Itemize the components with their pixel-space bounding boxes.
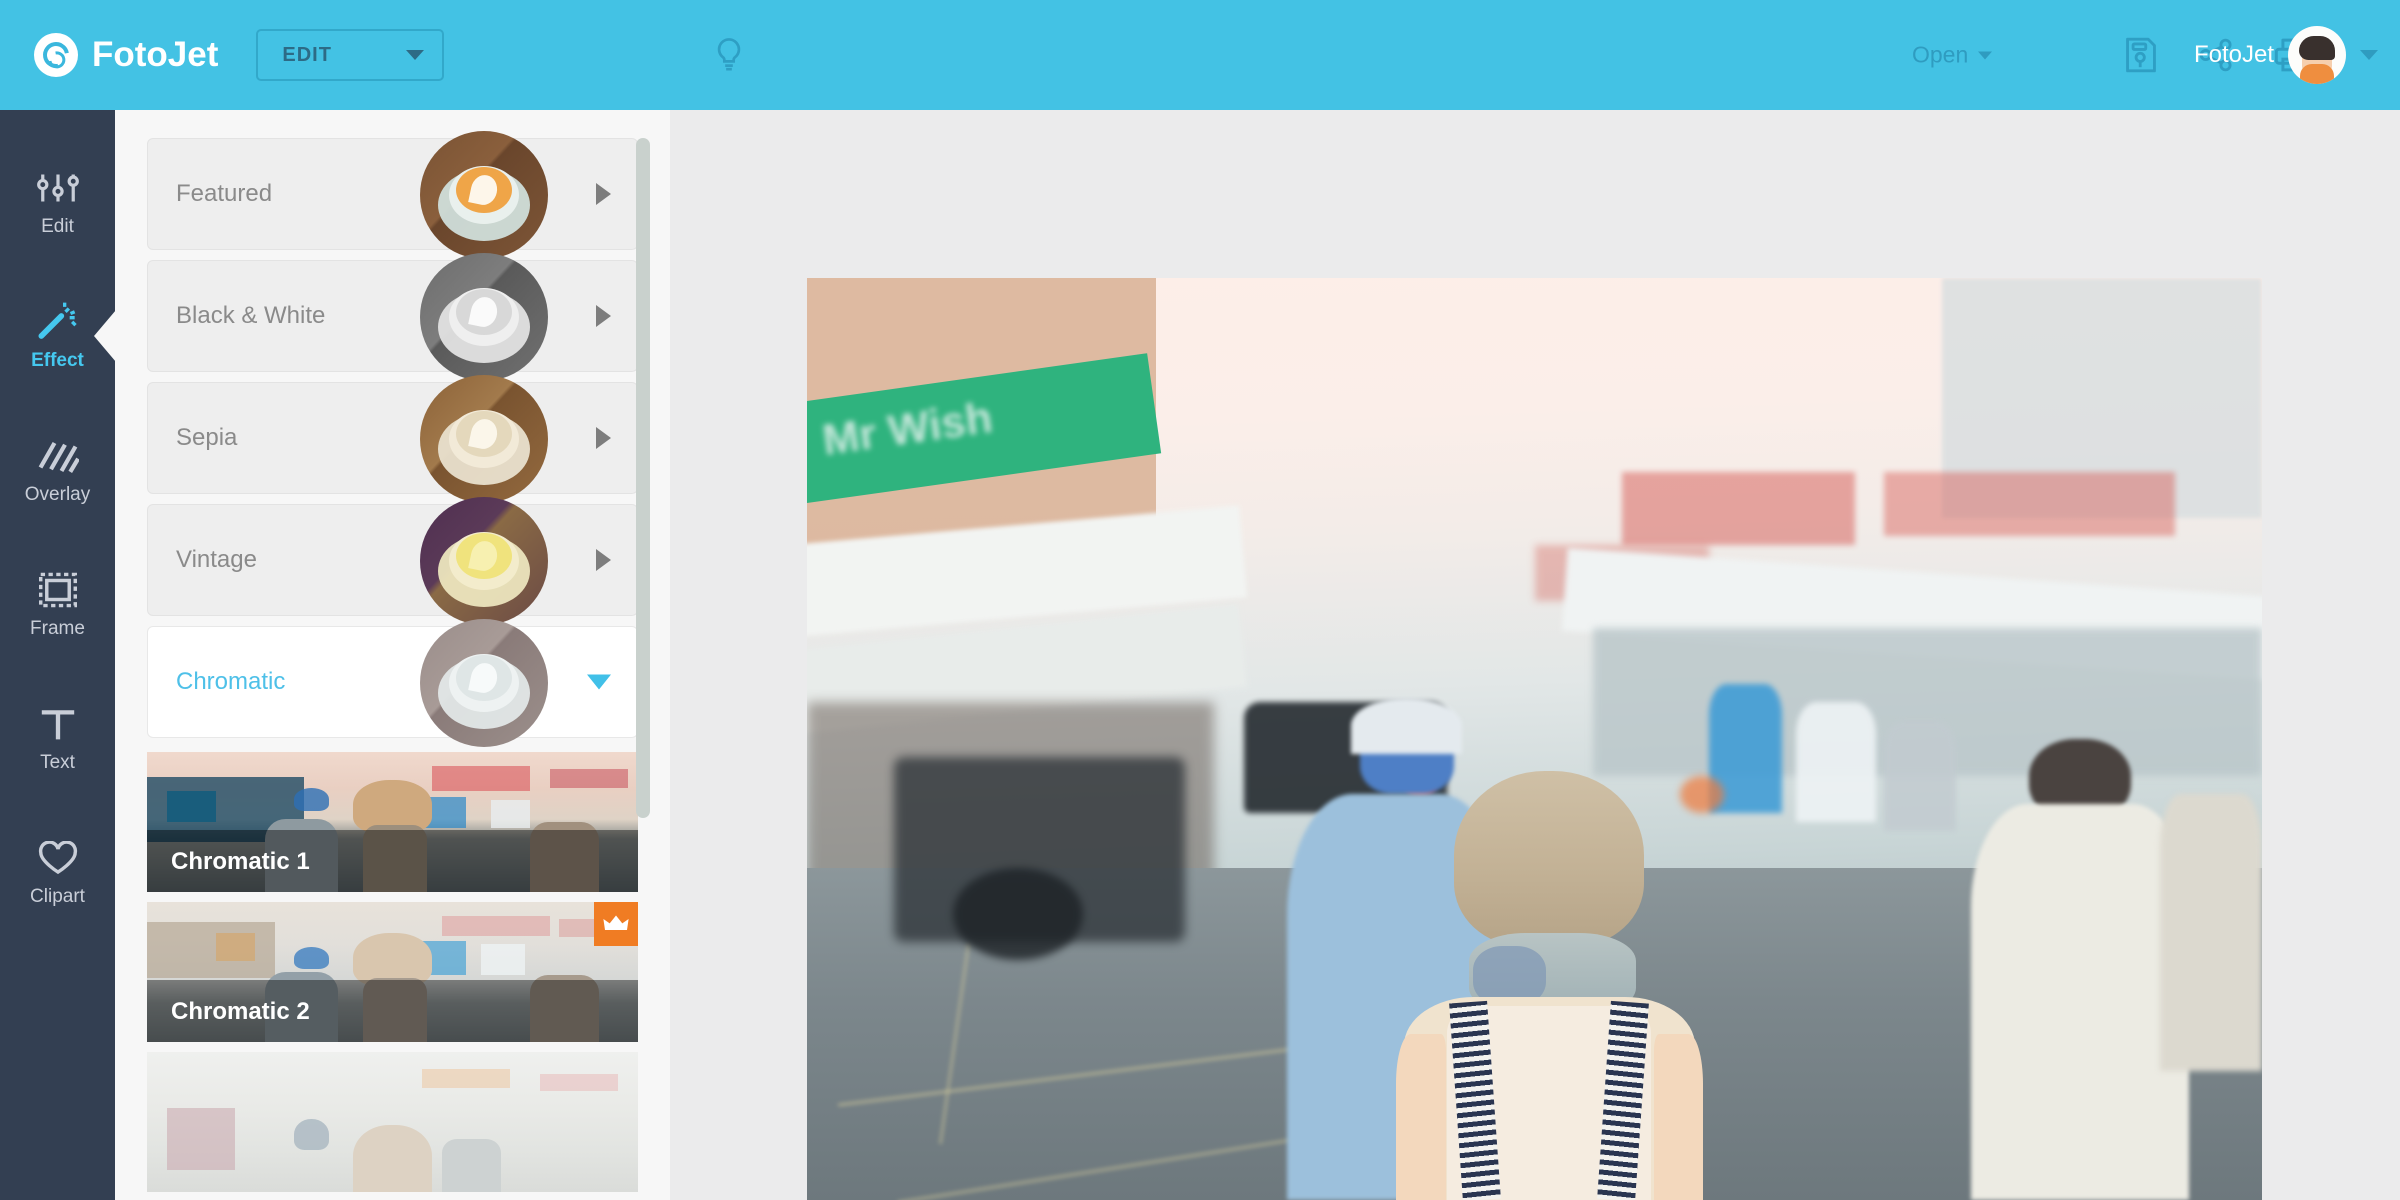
effect-preset-chromatic-2[interactable]: Chromatic 2 xyxy=(147,902,638,1042)
header-right-section: Open FotoJet xyxy=(672,0,2400,110)
sidebar-item-frame[interactable]: Frame xyxy=(0,537,115,671)
sidebar-item-overlay[interactable]: Overlay xyxy=(0,403,115,537)
effect-preset-list: Chromatic 1 Chromatic 2 xyxy=(115,748,670,1192)
photo-red-sign-2 xyxy=(1883,471,2175,537)
heart-icon xyxy=(36,837,80,877)
sidebar-item-label: Edit xyxy=(41,215,74,237)
preset-thumbnail xyxy=(147,1052,638,1192)
sidebar-item-label: Effect xyxy=(31,349,84,371)
crown-icon xyxy=(594,902,638,946)
mode-dropdown-label: EDIT xyxy=(282,43,332,66)
sidebar-item-label: Frame xyxy=(30,617,85,639)
effect-preset-item[interactable] xyxy=(147,1052,638,1192)
preset-label: Chromatic 2 xyxy=(171,998,310,1025)
app-header: FotoJet EDIT Open FotoJet xyxy=(0,0,2400,110)
tool-rail: Edit Effect Overlay Frame Text Clipart xyxy=(0,110,116,1200)
brand-name: FotoJet xyxy=(92,35,219,74)
sidebar-item-effect[interactable]: Effect xyxy=(0,269,116,403)
category-label: Featured xyxy=(176,180,273,207)
effect-category-vintage[interactable]: Vintage xyxy=(147,497,638,625)
header-left-section: FotoJet EDIT xyxy=(0,0,672,110)
user-menu[interactable]: FotoJet xyxy=(2194,26,2378,84)
photo-subject-arm-left xyxy=(1396,1034,1446,1200)
active-indicator xyxy=(94,310,116,362)
hatch-icon xyxy=(37,435,79,475)
category-thumbnail xyxy=(420,497,548,625)
category-thumbnail xyxy=(420,619,548,747)
canvas-photo[interactable]: Mr Wish xyxy=(807,278,2262,1200)
chevron-right-icon xyxy=(596,305,611,327)
photo-subject-arm-right xyxy=(1653,1034,1704,1200)
fotojet-spiral-icon xyxy=(34,33,78,77)
effect-preset-chromatic-1[interactable]: Chromatic 1 xyxy=(147,752,638,892)
photo-orange-light xyxy=(1680,775,1724,813)
photo-red-sign-1 xyxy=(1621,471,1855,546)
open-menu[interactable]: Open xyxy=(1912,41,1993,69)
sidebar-item-text[interactable]: Text xyxy=(0,671,115,805)
category-thumbnail xyxy=(420,131,548,259)
category-label: Chromatic xyxy=(176,668,286,695)
effect-category-sepia[interactable]: Sepia xyxy=(147,375,638,503)
effect-category-black-and-white[interactable]: Black & White xyxy=(147,253,638,381)
open-menu-label: Open xyxy=(1912,41,1969,68)
photo-pedestrian-white xyxy=(1796,702,1877,822)
chevron-right-icon xyxy=(596,549,611,571)
sidebar-item-label: Text xyxy=(40,751,75,773)
scrollbar-thumb[interactable] xyxy=(636,138,650,818)
chevron-right-icon xyxy=(596,427,611,449)
chevron-down-icon xyxy=(2360,50,2378,60)
save-icon[interactable] xyxy=(2122,35,2160,75)
sidebar-item-edit[interactable]: Edit xyxy=(0,135,115,269)
category-label: Vintage xyxy=(176,546,257,573)
text-t-icon xyxy=(38,703,78,743)
preset-label: Chromatic 1 xyxy=(171,848,310,875)
category-thumbnail xyxy=(420,253,548,381)
photo-person-far-right xyxy=(2160,794,2262,1071)
chevron-down-icon xyxy=(406,50,425,60)
photo-subject-hair xyxy=(1454,771,1644,947)
chevron-down-icon xyxy=(587,674,611,690)
chevron-right-icon xyxy=(596,183,611,205)
effect-category-featured[interactable]: Featured xyxy=(147,131,638,259)
category-thumbnail xyxy=(420,375,548,503)
category-label: Black & White xyxy=(176,302,326,329)
user-name: FotoJet xyxy=(2193,41,2274,68)
chevron-down-icon xyxy=(1978,51,1993,59)
sliders-icon xyxy=(36,167,80,207)
photo-wheel-left xyxy=(952,868,1084,961)
effect-category-list: Featured Black & White Sepia Vintage Chr… xyxy=(115,110,670,747)
sidebar-item-clipart[interactable]: Clipart xyxy=(0,805,115,939)
brand-logo[interactable]: FotoJet xyxy=(34,33,218,77)
photo-woman-right-coat xyxy=(1971,803,2190,1200)
sidebar-item-label: Clipart xyxy=(30,885,85,907)
avatar xyxy=(2288,26,2346,84)
canvas-area: Mr Wish xyxy=(670,110,2400,1200)
photo-rider-helmet-top xyxy=(1351,698,1462,754)
lightbulb-icon[interactable] xyxy=(712,36,746,74)
magic-wand-icon xyxy=(36,301,80,341)
sidebar-item-label: Overlay xyxy=(24,483,91,505)
mode-dropdown[interactable]: EDIT xyxy=(256,29,445,81)
category-label: Sepia xyxy=(176,424,238,451)
panel-scrollbar[interactable] xyxy=(636,138,650,1173)
frame-icon xyxy=(37,569,79,609)
effect-category-chromatic[interactable]: Chromatic xyxy=(147,619,638,747)
photo-pedestrian-gray xyxy=(1883,720,1957,832)
effect-panel: Featured Black & White Sepia Vintage Chr… xyxy=(115,110,670,1200)
